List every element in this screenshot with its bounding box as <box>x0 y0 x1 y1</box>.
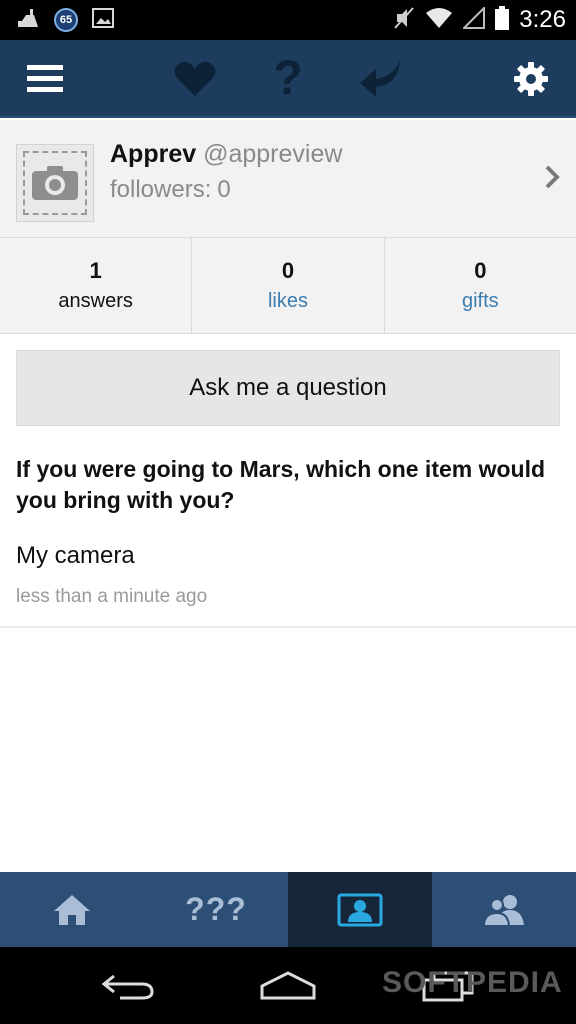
notification-app-icon <box>16 7 40 34</box>
status-clock: 3:26 <box>519 6 566 33</box>
stat-answers[interactable]: 1 answers <box>0 238 193 333</box>
answer-timestamp: less than a minute ago <box>16 586 208 607</box>
action-bar: ? <box>0 40 576 118</box>
stat-gifts-value: 0 <box>474 258 487 283</box>
chevron-right-icon[interactable] <box>544 164 560 195</box>
avatar[interactable] <box>16 144 94 222</box>
status-left-icons: 65 <box>16 7 114 34</box>
question-icon[interactable]: ? <box>266 40 310 118</box>
stat-likes-label: likes <box>267 290 308 312</box>
profile-header[interactable]: Apprev @appreview followers: 0 <box>0 120 576 238</box>
home-nav-icon[interactable] <box>256 947 320 1024</box>
camera-icon <box>32 166 78 200</box>
heart-icon[interactable] <box>172 40 218 118</box>
softpedia-watermark: SOFTPEDIA <box>382 966 563 999</box>
stat-answers-label: answers <box>58 290 133 312</box>
home-icon <box>54 894 90 925</box>
followers-count: 0 <box>217 176 231 203</box>
mute-icon <box>393 6 415 35</box>
answer-text: My camera <box>16 542 135 569</box>
tab-questions[interactable]: ??? <box>144 872 288 947</box>
question-icon-glyph: ? <box>273 52 303 105</box>
wifi-icon <box>425 7 453 34</box>
divider <box>0 626 576 628</box>
stat-likes[interactable]: 0 likes <box>192 238 385 333</box>
screenshot-notification-icon <box>92 7 114 33</box>
status-bar: 65 3:26 <box>0 0 576 40</box>
profile-name: Apprev <box>110 140 197 168</box>
bottom-tab-bar: ??? <box>0 872 576 947</box>
menu-icon[interactable] <box>26 40 64 118</box>
stat-gifts[interactable]: 0 gifts <box>385 238 576 333</box>
ask-question-button[interactable]: Ask me a question <box>16 350 560 426</box>
stats-row: 1 answers 0 likes 0 gifts <box>0 238 576 334</box>
settings-gear-icon[interactable] <box>512 40 550 118</box>
profile-followers: followers: 0 <box>110 176 231 204</box>
stat-gifts-label: gifts <box>461 290 499 312</box>
profile-name-line: Apprev @appreview <box>110 140 342 169</box>
tab-profile[interactable] <box>288 872 432 947</box>
stat-answers-value: 1 <box>89 258 102 283</box>
stat-likes-value: 0 <box>281 258 295 283</box>
battery-percent-badge: 65 <box>54 8 78 32</box>
avatar-placeholder <box>23 151 87 215</box>
reply-arrow-icon[interactable] <box>356 40 406 118</box>
signal-icon <box>461 5 486 34</box>
followers-label: followers: <box>110 176 212 203</box>
battery-icon <box>495 5 510 35</box>
question-text[interactable]: If you were going to Mars, which one ite… <box>16 454 560 516</box>
tab-friends[interactable] <box>432 872 576 947</box>
profile-handle: @appreview <box>203 140 343 168</box>
profile-card-icon <box>337 893 383 926</box>
tab-home[interactable] <box>0 872 144 947</box>
status-right-icons: 3:26 <box>393 5 566 35</box>
back-icon[interactable] <box>96 947 160 1024</box>
friends-icon <box>482 894 524 927</box>
questions-icon: ??? <box>185 891 247 927</box>
